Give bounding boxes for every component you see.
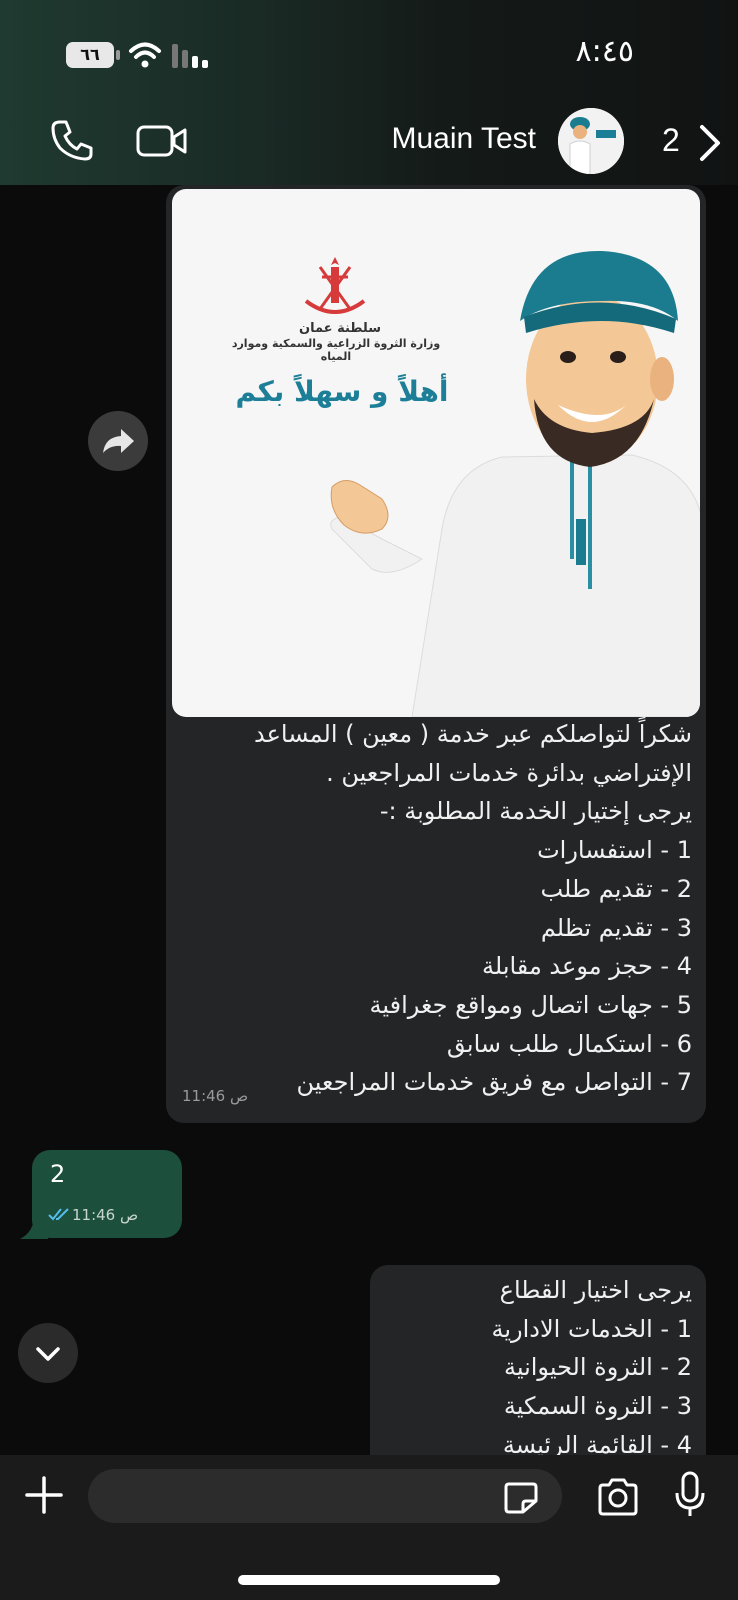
contact-avatar[interactable]	[558, 108, 624, 174]
sticker-icon[interactable]	[503, 1481, 539, 1515]
option-line: 6 - استكمال طلب سابق	[446, 1029, 692, 1058]
message-timestamp: 11:46 ص	[72, 1206, 139, 1224]
battery-cap	[116, 50, 120, 60]
incoming-message[interactable]: يرجى اختيار القطاع 1 - الخدمات الادارية …	[370, 1265, 706, 1455]
message-line: شكراً لتواصلكم عبر خدمة ( معين ) المساعد	[254, 720, 692, 748]
battery-level: ٦٦	[80, 45, 100, 64]
chat-area[interactable]: سلطنة عمان وزارة الثروة الزراعية والسمكي…	[0, 185, 738, 1455]
message-input[interactable]	[88, 1469, 562, 1523]
option-line: 1 - الخدمات الادارية	[491, 1314, 692, 1343]
outgoing-message[interactable]: 2 11:46 ص	[32, 1150, 182, 1238]
option-line: 7 - التواصل مع فريق خدمات المراجعين	[296, 1068, 692, 1097]
chat-header: ٦٦ ٨:٤٥ Muain Test 2	[0, 0, 738, 185]
option-line: 3 - تقديم تظلم	[540, 913, 692, 942]
chevron-down-icon	[36, 1347, 60, 1361]
option-line: 2 - الثروة الحيوانية	[503, 1353, 692, 1382]
home-indicator[interactable]	[238, 1575, 500, 1585]
option-line: 1 - استفسارات	[537, 836, 692, 865]
option-line: 4 - حجز موعد مقابلة	[482, 952, 692, 981]
camera-icon[interactable]	[596, 1477, 640, 1517]
wifi-icon	[129, 42, 161, 68]
battery-icon: ٦٦	[66, 42, 114, 68]
composer-bar	[0, 1455, 738, 1600]
incoming-message[interactable]: سلطنة عمان وزارة الثروة الزراعية والسمكي…	[166, 185, 706, 1123]
phone-call-icon[interactable]	[50, 118, 94, 162]
message-body: يرجى اختيار القطاع 1 - الخدمات الادارية …	[382, 1271, 692, 1455]
message-line: يرجى اختيار القطاع	[499, 1276, 692, 1304]
read-receipt-icon	[48, 1208, 69, 1221]
forward-button[interactable]	[88, 411, 148, 471]
option-line: 4 - القائمة الرئيسة	[502, 1430, 692, 1455]
option-line: 5 - جهات اتصال ومواقع جغرافية	[369, 990, 692, 1019]
scroll-down-button[interactable]	[18, 1323, 78, 1383]
welcome-image[interactable]: سلطنة عمان وزارة الثروة الزراعية والسمكي…	[172, 189, 700, 717]
message-text: 2	[50, 1160, 66, 1188]
unread-count[interactable]: 2	[662, 122, 680, 159]
message-line: الإفتراضي بدائرة خدمات المراجعين .	[326, 758, 692, 787]
option-line: 3 - الثروة السمكية	[503, 1392, 692, 1421]
chevron-right-icon[interactable]	[698, 124, 722, 162]
mascot-illustration	[330, 250, 700, 717]
status-time: ٨:٤٥	[575, 34, 634, 69]
video-call-icon[interactable]	[136, 122, 188, 160]
forward-icon	[103, 429, 134, 453]
message-line: يرجى إختيار الخدمة المطلوبة :-	[379, 797, 692, 826]
message-body: شكراً لتواصلكم عبر خدمة ( معين ) المساعد…	[192, 715, 692, 1102]
option-line: 2 - تقديم طلب	[540, 874, 692, 903]
plus-icon[interactable]	[24, 1475, 64, 1515]
microphone-icon[interactable]	[674, 1471, 706, 1519]
signal-icon	[172, 44, 208, 68]
contact-name[interactable]: Muain Test	[391, 122, 536, 156]
message-timestamp: 11:46 ص	[182, 1087, 249, 1105]
